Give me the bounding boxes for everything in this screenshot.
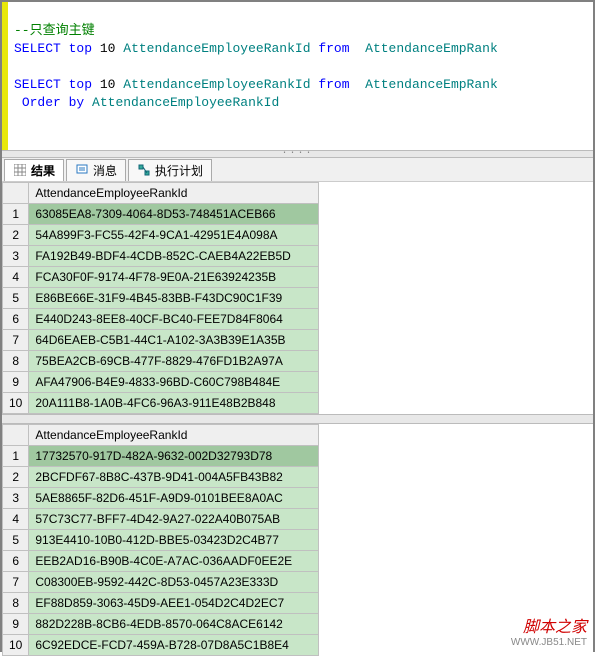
row-number[interactable]: 6 — [3, 309, 29, 330]
grid1-body: 163085EA8-7309-4064-8D53-748451ACEB66254… — [3, 204, 319, 414]
grid-corner[interactable] — [3, 183, 29, 204]
cell-value[interactable]: 913E4410-10B0-412D-BBE5-03423D2C4B77 — [29, 530, 319, 551]
tab-label: 消息 — [93, 162, 117, 179]
table-row[interactable]: 875BEA2CB-69CB-477F-8829-476FD1B2A97A — [3, 351, 319, 372]
cell-value[interactable]: EF88D859-3063-45D9-AEE1-054D2C4D2EC7 — [29, 593, 319, 614]
results-grid-2: AttendanceEmployeeRankId 117732570-917D-… — [2, 424, 593, 656]
table-row[interactable]: 117732570-917D-482A-9632-002D32793D78 — [3, 446, 319, 467]
table-row[interactable]: 254A899F3-FC55-42F4-9CA1-42951E4A098A — [3, 225, 319, 246]
cell-value[interactable]: FCA30F0F-9174-4F78-9E0A-21E63924235B — [29, 267, 319, 288]
row-number[interactable]: 4 — [3, 267, 29, 288]
splitter-between-grids[interactable] — [2, 414, 593, 424]
table-row[interactable]: 106C92EDCE-FCD7-459A-B728-07D8A5C1B8E4 — [3, 635, 319, 656]
grid-corner[interactable] — [3, 425, 29, 446]
table-row[interactable]: 457C73C77-BFF7-4D42-9A27-022A40B075AB — [3, 509, 319, 530]
cell-value[interactable]: FA192B49-BDF4-4CDB-852C-CAEB4A22EB5D — [29, 246, 319, 267]
cell-value[interactable]: EEB2AD16-B90B-4C0E-A7AC-036AADF0EE2E — [29, 551, 319, 572]
row-number[interactable]: 10 — [3, 393, 29, 414]
message-icon — [75, 163, 89, 177]
tab-label: 结果 — [31, 162, 55, 179]
table-row[interactable]: 5E86BE66E-31F9-4B45-83BB-F43DC90C1F39 — [3, 288, 319, 309]
row-number[interactable]: 5 — [3, 288, 29, 309]
results-tabs: 结果 消息 执行计划 — [2, 158, 593, 182]
table-row[interactable]: 1020A111B8-1A0B-4FC6-96A3-911E48B2B848 — [3, 393, 319, 414]
cell-value[interactable]: AFA47906-B4E9-4833-96BD-C60C798B484E — [29, 372, 319, 393]
cell-value[interactable]: 57C73C77-BFF7-4D42-9A27-022A40B075AB — [29, 509, 319, 530]
table-row[interactable]: 9AFA47906-B4E9-4833-96BD-C60C798B484E — [3, 372, 319, 393]
table-row[interactable]: 6EEB2AD16-B90B-4C0E-A7AC-036AADF0EE2E — [3, 551, 319, 572]
row-number[interactable]: 5 — [3, 530, 29, 551]
row-number[interactable]: 4 — [3, 509, 29, 530]
table-row[interactable]: 7C08300EB-9592-442C-8D53-0457A23E333D — [3, 572, 319, 593]
row-number[interactable]: 6 — [3, 551, 29, 572]
table-row[interactable]: 6E440D243-8EE8-40CF-BC40-FEE7D84F8064 — [3, 309, 319, 330]
cell-value[interactable]: 17732570-917D-482A-9632-002D32793D78 — [29, 446, 319, 467]
cell-value[interactable]: 63085EA8-7309-4064-8D53-748451ACEB66 — [29, 204, 319, 225]
row-number[interactable]: 7 — [3, 330, 29, 351]
row-number[interactable]: 3 — [3, 246, 29, 267]
sql-editor[interactable]: --只查询主键 SELECT top 10 AttendanceEmployee… — [2, 2, 593, 150]
cell-value[interactable]: 64D6EAEB-C5B1-44C1-A102-3A3B39E1A35B — [29, 330, 319, 351]
table-row[interactable]: 5913E4410-10B0-412D-BBE5-03423D2C4B77 — [3, 530, 319, 551]
plan-icon — [137, 163, 151, 177]
table-row[interactable]: 4FCA30F0F-9174-4F78-9E0A-21E63924235B — [3, 267, 319, 288]
row-number[interactable]: 8 — [3, 593, 29, 614]
row-number[interactable]: 3 — [3, 488, 29, 509]
cell-value[interactable]: 75BEA2CB-69CB-477F-8829-476FD1B2A97A — [29, 351, 319, 372]
row-number[interactable]: 2 — [3, 225, 29, 246]
table-row[interactable]: 764D6EAEB-C5B1-44C1-A102-3A3B39E1A35B — [3, 330, 319, 351]
cell-value[interactable]: 5AE8865F-82D6-451F-A9D9-0101BEE8A0AC — [29, 488, 319, 509]
splitter-editor-results[interactable] — [2, 150, 593, 158]
row-number[interactable]: 1 — [3, 446, 29, 467]
table-row[interactable]: 22BCFDF67-8B8C-437B-9D41-004A5FB43B82 — [3, 467, 319, 488]
cell-value[interactable]: 6C92EDCE-FCD7-459A-B728-07D8A5C1B8E4 — [29, 635, 319, 656]
row-number[interactable]: 10 — [3, 635, 29, 656]
table-row[interactable]: 9882D228B-8CB6-4EDB-8570-064C8ACE6142 — [3, 614, 319, 635]
results-grid-1: AttendanceEmployeeRankId 163085EA8-7309-… — [2, 182, 593, 414]
cell-value[interactable]: 20A111B8-1A0B-4FC6-96A3-911E48B2B848 — [29, 393, 319, 414]
row-number[interactable]: 1 — [3, 204, 29, 225]
table-row[interactable]: 163085EA8-7309-4064-8D53-748451ACEB66 — [3, 204, 319, 225]
row-number[interactable]: 9 — [3, 614, 29, 635]
row-number[interactable]: 2 — [3, 467, 29, 488]
tab-label: 执行计划 — [155, 162, 203, 179]
cell-value[interactable]: C08300EB-9592-442C-8D53-0457A23E333D — [29, 572, 319, 593]
tab-messages[interactable]: 消息 — [66, 159, 126, 181]
tab-results[interactable]: 结果 — [4, 159, 64, 181]
table-row[interactable]: 3FA192B49-BDF4-4CDB-852C-CAEB4A22EB5D — [3, 246, 319, 267]
column-header[interactable]: AttendanceEmployeeRankId — [29, 425, 319, 446]
tab-execution-plan[interactable]: 执行计划 — [128, 159, 212, 181]
cell-value[interactable]: 2BCFDF67-8B8C-437B-9D41-004A5FB43B82 — [29, 467, 319, 488]
table-row[interactable]: 35AE8865F-82D6-451F-A9D9-0101BEE8A0AC — [3, 488, 319, 509]
column-header[interactable]: AttendanceEmployeeRankId — [29, 183, 319, 204]
row-number[interactable]: 8 — [3, 351, 29, 372]
cell-value[interactable]: E86BE66E-31F9-4B45-83BB-F43DC90C1F39 — [29, 288, 319, 309]
grid-table-2[interactable]: AttendanceEmployeeRankId 117732570-917D-… — [2, 424, 319, 656]
sql-comment: --只查询主键 — [14, 23, 95, 38]
row-number[interactable]: 9 — [3, 372, 29, 393]
row-number[interactable]: 7 — [3, 572, 29, 593]
cell-value[interactable]: 882D228B-8CB6-4EDB-8570-064C8ACE6142 — [29, 614, 319, 635]
cell-value[interactable]: E440D243-8EE8-40CF-BC40-FEE7D84F8064 — [29, 309, 319, 330]
cell-value[interactable]: 54A899F3-FC55-42F4-9CA1-42951E4A098A — [29, 225, 319, 246]
grid-table-1[interactable]: AttendanceEmployeeRankId 163085EA8-7309-… — [2, 182, 319, 414]
grid2-body: 117732570-917D-482A-9632-002D32793D7822B… — [3, 446, 319, 656]
table-row[interactable]: 8EF88D859-3063-45D9-AEE1-054D2C4D2EC7 — [3, 593, 319, 614]
grid-icon — [13, 163, 27, 177]
